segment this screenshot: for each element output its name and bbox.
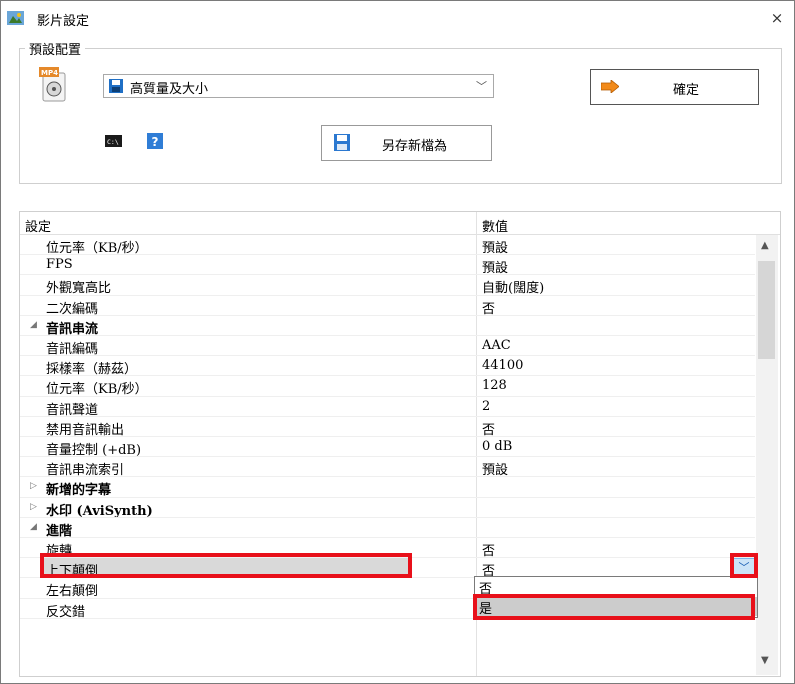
setting-name: 音訊聲道 [46, 402, 99, 418]
setting-name: 新增的字幕 [46, 483, 112, 499]
grid-row[interactable]: 音訊聲道 2 [20, 397, 755, 418]
arrow-right-icon [601, 80, 619, 93]
preset-selected-value: 高質量及大小 [130, 82, 209, 97]
chevron-down-icon: ﹀ [476, 80, 487, 93]
mp4-format-icon: MP4 [39, 67, 66, 102]
setting-value[interactable]: 自動(闊度) [482, 277, 544, 296]
setting-value[interactable]: 128 [482, 378, 507, 393]
app-icon [7, 11, 24, 25]
setting-value[interactable]: AAC [482, 338, 511, 353]
grid-category-row[interactable]: ▷ 新增的字幕 [20, 477, 755, 499]
expand-triangle-icon[interactable]: ▷ [30, 481, 37, 491]
grid-row[interactable]: 音量控制 (+dB) 0 dB [20, 437, 755, 458]
save-icon [334, 134, 350, 151]
setting-name: 二次編碼 [46, 301, 99, 317]
column-header-setting: 設定 [25, 220, 52, 235]
setting-name: 音訊編碼 [46, 342, 99, 357]
window-title: 影片設定 [37, 14, 90, 29]
grid-row[interactable]: FPS 預設 [20, 255, 755, 276]
setting-name: 位元率（KB/秒） [46, 241, 148, 256]
command-line-icon[interactable]: C:\ [105, 135, 122, 147]
grid-row[interactable]: 外觀寬高比 自動(闊度) [20, 275, 755, 297]
video-settings-window: 影片設定 × 預設配置 MP4 高質量及大小 ﹀ 確定 C:\ ? 另存新檔為 … [0, 0, 795, 684]
setting-name: FPS [46, 257, 73, 273]
setting-value[interactable]: 2 [482, 399, 490, 414]
setting-value[interactable]: 預設 [482, 459, 508, 478]
help-glyph: ? [152, 135, 159, 149]
setting-name: 音量控制 (+dB) [46, 443, 142, 458]
setting-value[interactable]: 0 dB [482, 439, 512, 454]
setting-value[interactable]: 否 [482, 419, 495, 438]
setting-value[interactable]: 否 [482, 298, 495, 317]
grid-row[interactable]: 位元率（KB/秒） 128 [20, 376, 755, 398]
vertical-scrollbar[interactable]: ▲ ▼ [756, 235, 778, 675]
floppy-icon [109, 79, 123, 93]
confirm-label: 確定 [673, 83, 700, 98]
grid-category-row[interactable]: ◢ 進階 [20, 518, 755, 539]
scroll-up-icon[interactable]: ▲ [761, 240, 769, 251]
setting-value[interactable]: 預設 [482, 237, 508, 256]
grid-row[interactable]: 音訊串流索引 預設 [20, 457, 755, 479]
mp4-badge-text: MP4 [41, 69, 58, 77]
grid-row[interactable]: 採樣率（赫茲） 44100 [20, 356, 755, 378]
save-as-label: 另存新檔為 [382, 139, 448, 154]
help-icon[interactable]: ? [147, 133, 163, 149]
setting-name: 採樣率（赫茲） [46, 362, 138, 378]
setting-name: 外觀寬高比 [46, 281, 112, 297]
setting-value[interactable]: 預設 [482, 257, 508, 276]
grid-row[interactable]: 禁用音訊輸出 否 [20, 417, 755, 438]
highlight-box-setting [40, 553, 412, 578]
preset-combobox[interactable]: 高質量及大小 ﹀ [103, 74, 494, 98]
highlight-box-dropdown-button [730, 553, 758, 578]
collapse-triangle-icon[interactable]: ◢ [30, 320, 37, 330]
grid-header: 設定 數值 [20, 212, 780, 235]
setting-name: 水印 (AviSynth) [46, 503, 153, 519]
confirm-button[interactable]: 確定 [590, 69, 759, 105]
scroll-thumb[interactable] [758, 261, 775, 359]
grid-row[interactable]: 位元率（KB/秒） 預設 [20, 235, 755, 256]
setting-name: 音訊串流索引 [46, 463, 125, 479]
setting-name: 左右顛倒 [46, 584, 99, 600]
collapse-triangle-icon[interactable]: ◢ [30, 522, 37, 532]
close-button[interactable]: × [766, 7, 788, 29]
highlight-box-option-yes [473, 594, 755, 620]
setting-name: 反交錯 [46, 604, 86, 620]
grid-category-row[interactable]: ▷ 水印 (AviSynth) [20, 498, 755, 519]
grid-row[interactable]: 音訊編碼 AAC [20, 336, 755, 357]
save-as-button[interactable]: 另存新檔為 [321, 125, 492, 161]
setting-value[interactable]: 否 [482, 540, 495, 559]
grid-category-row[interactable]: ◢ 音訊串流 [20, 316, 755, 337]
setting-name: 禁用音訊輸出 [46, 422, 125, 438]
title-bar: 影片設定 × [1, 1, 794, 35]
column-header-value: 數值 [482, 220, 509, 235]
expand-triangle-icon[interactable]: ▷ [30, 502, 37, 512]
command-line-badge-text: C:\ [107, 138, 119, 146]
preset-group-label: 預設配置 [25, 39, 86, 58]
scroll-down-icon[interactable]: ▼ [761, 655, 769, 666]
setting-name: 音訊串流 [46, 321, 99, 337]
setting-name: 位元率（KB/秒） [46, 382, 148, 398]
setting-name: 進階 [46, 523, 73, 539]
setting-value[interactable]: 44100 [482, 358, 523, 373]
grid-row[interactable]: 二次編碼 否 [20, 296, 755, 317]
